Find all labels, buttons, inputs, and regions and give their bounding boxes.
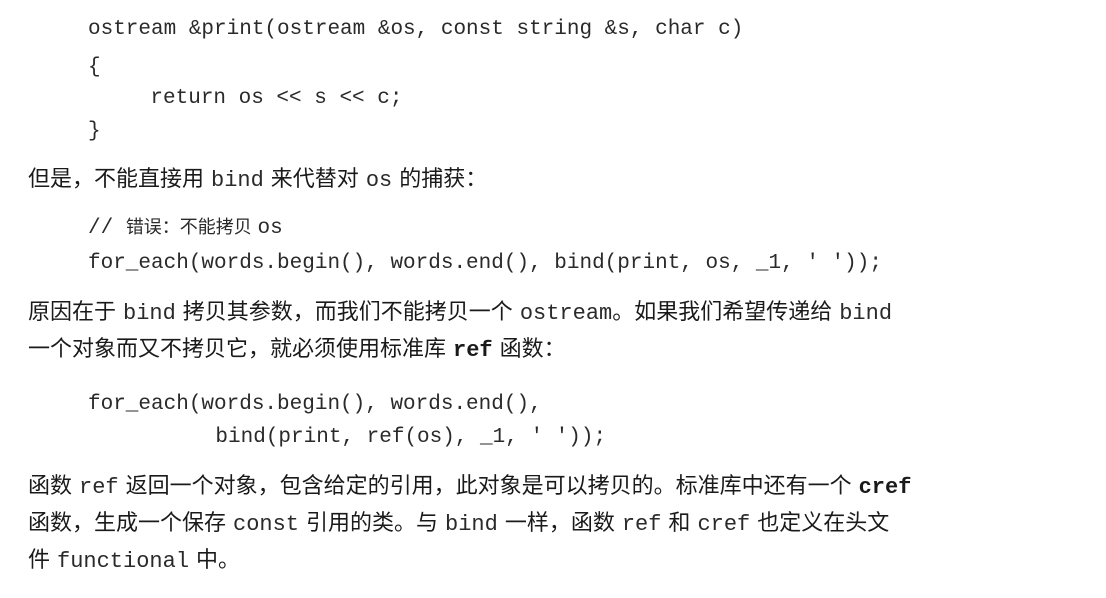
text: 的捕获： (392, 167, 488, 192)
text: 件 (28, 548, 57, 573)
paragraph-bind-copies-args: 原因在于 bind 拷贝其参数，而我们不能拷贝一个 ostream。如果我们希望… (28, 295, 1088, 369)
code-line-close-brace: } (88, 120, 101, 143)
text: 一样，函数 (497, 511, 622, 536)
code-comment-line: // 错误：不能拷贝 os (88, 218, 283, 239)
code-inline: functional (57, 549, 190, 574)
text: 原因在于 (28, 300, 123, 325)
text: 来代替对 (263, 167, 366, 192)
text: 引用的类。与 (299, 511, 446, 536)
text: 返回一个对象，包含给定的引用，此对象是可以拷贝的。标准库中还有一个 (118, 474, 859, 499)
code-line-print-signature: ostream &print(ostream &os, const string… (88, 18, 744, 41)
text: 。如果我们希望传递给 (612, 300, 840, 325)
code-inline: ref (79, 475, 119, 500)
code-line-for-each-ref-1: for_each(words.begin(), words.end(), (88, 393, 542, 416)
text: 和 (661, 511, 698, 536)
text: 函数 (28, 474, 79, 499)
paragraph-ref-cref: 函数 ref 返回一个对象，包含给定的引用，此对象是可以拷贝的。标准库中还有一个… (28, 469, 1088, 580)
code-inline-bold: ref (453, 338, 493, 363)
code-inline: os (365, 168, 393, 193)
code-inline: bind (839, 301, 893, 326)
paragraph-bind-cannot-capture: 但是，不能直接用 bind 来代替对 os 的捕获： (28, 162, 1088, 199)
text: 也定义在头文 (750, 511, 890, 536)
comment-code: os (257, 217, 283, 240)
code-line-return: return os << s << c; (100, 87, 403, 110)
code-line-for-each-ref-2: bind(print, ref(os), _1, ' ')); (102, 426, 607, 449)
paragraph-line: 原因在于 bind 拷贝其参数，而我们不能拷贝一个 ostream。如果我们希望… (28, 295, 1088, 332)
text: 一个对象而又不拷贝它，就必须使用标准库 (28, 337, 453, 362)
code-inline: ref (621, 512, 662, 537)
comment-text: 错误：不能拷贝 (125, 217, 258, 238)
code-inline: bind (211, 168, 264, 193)
code-inline: const (233, 512, 300, 537)
text: 函数： (492, 337, 566, 362)
code-inline-bold: cref (858, 475, 912, 500)
text: 但是，不能直接用 (28, 167, 211, 192)
paragraph-line: 件 functional 中。 (28, 543, 1088, 580)
paragraph-line: 函数，生成一个保存 const 引用的类。与 bind 一样，函数 ref 和 … (28, 506, 1088, 543)
code-inline: bind (123, 301, 176, 326)
paragraph-line: 函数 ref 返回一个对象，包含给定的引用，此对象是可以拷贝的。标准库中还有一个… (28, 469, 1088, 506)
code-inline: ostream (519, 301, 613, 326)
text: 函数，生成一个保存 (28, 511, 233, 536)
text: 拷贝其参数，而我们不能拷贝一个 (175, 300, 520, 325)
code-line-open-brace: { (88, 56, 101, 79)
paragraph-line: 一个对象而又不拷贝它，就必须使用标准库 ref 函数： (28, 332, 1088, 369)
code-inline: bind (445, 512, 498, 537)
code-line-for-each-bind-os: for_each(words.begin(), words.end(), bin… (88, 252, 882, 275)
text: 中。 (189, 548, 241, 573)
code-inline: cref (697, 512, 751, 537)
comment-prefix: // (88, 217, 126, 240)
